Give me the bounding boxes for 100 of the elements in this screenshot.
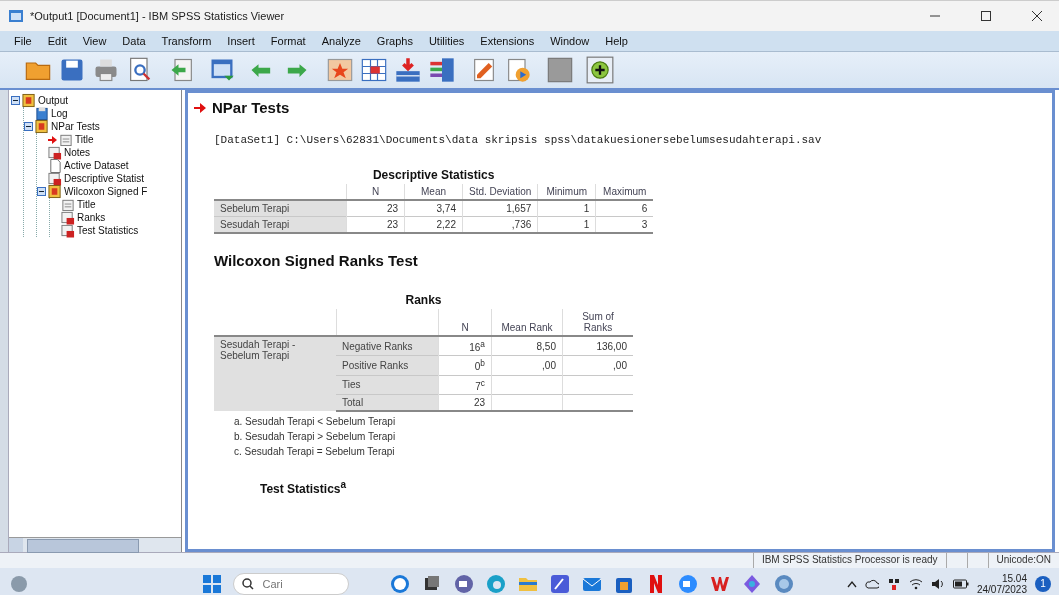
table-cell: 3,74	[404, 200, 463, 217]
table-cell: 0$^{b}$	[438, 355, 492, 376]
tree-item[interactable]: Log	[51, 108, 68, 119]
notes-icon	[48, 145, 62, 160]
table-title: Test Statistics$^{a}$	[260, 479, 348, 496]
table-title: Descriptive Statistics	[371, 167, 496, 184]
table-icon[interactable]	[360, 56, 388, 84]
table-icon	[61, 223, 75, 238]
table-cell: 3	[595, 216, 654, 233]
row-header: Ties	[336, 375, 439, 395]
table-cell: 136,00	[562, 336, 633, 356]
cloud-icon[interactable]	[864, 578, 879, 589]
menu-item[interactable]: Transform	[153, 33, 220, 49]
table-title: Ranks	[404, 292, 443, 309]
close-button[interactable]	[1031, 11, 1042, 21]
tree-item[interactable]: Wilcoxon Signed F	[64, 186, 148, 197]
volume-icon[interactable]	[930, 577, 945, 590]
network-icon[interactable]	[886, 576, 901, 591]
column-header: Mean Rank	[491, 309, 563, 336]
menu-item[interactable]: Utilities	[420, 33, 473, 49]
menu-item[interactable]: View	[74, 33, 115, 49]
variable-list-icon[interactable]	[428, 56, 456, 84]
column-header: Maximum	[595, 184, 654, 200]
bing-icon[interactable]	[389, 572, 412, 595]
video-call-icon[interactable]	[677, 572, 700, 595]
page-icon	[48, 158, 62, 173]
wifi-icon[interactable]	[908, 577, 923, 590]
add-icon[interactable]	[586, 56, 614, 84]
row-header: Positive Ranks	[336, 355, 439, 376]
maximize-button[interactable]	[980, 11, 991, 21]
table-cell: 16$^{a}$	[438, 336, 492, 356]
table-cell: ,736	[462, 216, 538, 233]
window-title: *Output1 [Document1] - IBM SPSS Statistics Viewer	[30, 10, 286, 22]
book-icon	[48, 184, 62, 199]
row-header: Total	[336, 394, 439, 411]
clock-date[interactable]: 24/07/2023	[976, 583, 1027, 595]
clock-time[interactable]: 15.04	[1001, 572, 1027, 584]
notification-badge[interactable]: 1	[1035, 575, 1051, 592]
menu-item[interactable]: Edit	[39, 33, 75, 49]
footnote: a. Sesudah Terapi < Sebelum Terapi	[234, 416, 397, 427]
row-header: Sesudah Terapi	[214, 216, 347, 233]
tree-item[interactable]: Ranks	[77, 212, 106, 223]
tree-item[interactable]: Title	[77, 199, 96, 210]
windows-start-icon[interactable]	[201, 572, 224, 595]
tree-item[interactable]: NPar Tests	[51, 121, 100, 132]
insert-row-icon[interactable]	[394, 56, 422, 84]
table-cell: 6	[595, 200, 654, 217]
table-icon	[61, 210, 75, 225]
book-icon	[22, 93, 36, 108]
star-chart-icon[interactable]	[326, 56, 354, 84]
tree-item[interactable]: Title	[75, 134, 94, 145]
table-cell: 23	[346, 200, 405, 217]
book-icon	[35, 119, 49, 134]
tree-item[interactable]: Notes	[64, 147, 91, 158]
section-heading: Wilcoxon Signed Ranks Test	[214, 252, 419, 269]
table-icon	[48, 171, 62, 186]
table-cell: 23	[346, 216, 405, 233]
expander-icon[interactable]	[37, 187, 46, 196]
menu-item[interactable]: Extensions	[472, 33, 543, 49]
row-header: Negative Ranks	[336, 336, 439, 356]
tree-item[interactable]: Test Statistics	[77, 225, 139, 236]
table-cell: 2,22	[404, 216, 463, 233]
menu-item[interactable]: Format	[262, 33, 314, 49]
caret-icon[interactable]	[846, 579, 857, 588]
menu-item[interactable]: Analyze	[313, 33, 369, 49]
tree-item[interactable]: Active Dataset	[64, 160, 129, 171]
menu-item[interactable]: Help	[597, 33, 636, 49]
arrow-icon	[194, 102, 206, 113]
title-icon	[59, 132, 73, 147]
chat-icon[interactable]	[453, 572, 476, 595]
table-cell: 1,657	[462, 200, 538, 217]
search-icon	[242, 577, 255, 590]
table-cell: 1	[537, 216, 596, 233]
output-heading: NPar Tests	[212, 99, 290, 116]
table-cell: 23	[438, 394, 492, 411]
browser-icon[interactable]	[485, 572, 508, 595]
expander-icon[interactable]	[24, 122, 33, 131]
scrollbar-thumb[interactable]	[27, 539, 139, 553]
column-header: Mean	[404, 184, 463, 200]
row-header: Sesudah Terapi - Sebelum Terapi	[214, 336, 336, 411]
battery-icon[interactable]	[952, 578, 969, 589]
menu-item[interactable]: Insert	[219, 33, 263, 49]
expander-icon[interactable]	[11, 96, 20, 105]
dataset-path: [DataSet1] C:\Users\62831\Documents\data skripsis spss\datakuesionersebelumsesudahterapi.sav	[214, 134, 823, 146]
menu-item[interactable]: Window	[542, 33, 598, 49]
table-cell: ,00	[562, 355, 633, 376]
globe-icon[interactable]	[773, 572, 796, 595]
menu-item[interactable]: Data	[114, 33, 154, 49]
search-field[interactable]: Cari	[233, 572, 350, 595]
square-icon[interactable]	[546, 56, 574, 84]
tree-item[interactable]: Output	[38, 95, 69, 106]
table-cell: 8,50	[491, 336, 563, 356]
app-icon	[8, 8, 24, 24]
tree-item[interactable]: Descriptive Statist	[64, 173, 145, 184]
log-icon	[35, 106, 49, 121]
column-header: Sum of Ranks	[562, 309, 633, 336]
menu-item[interactable]: Graphs	[368, 33, 421, 49]
menu-item[interactable]: File	[6, 33, 40, 49]
app-icon[interactable]	[549, 572, 572, 595]
column-header: Minimum	[537, 184, 596, 200]
